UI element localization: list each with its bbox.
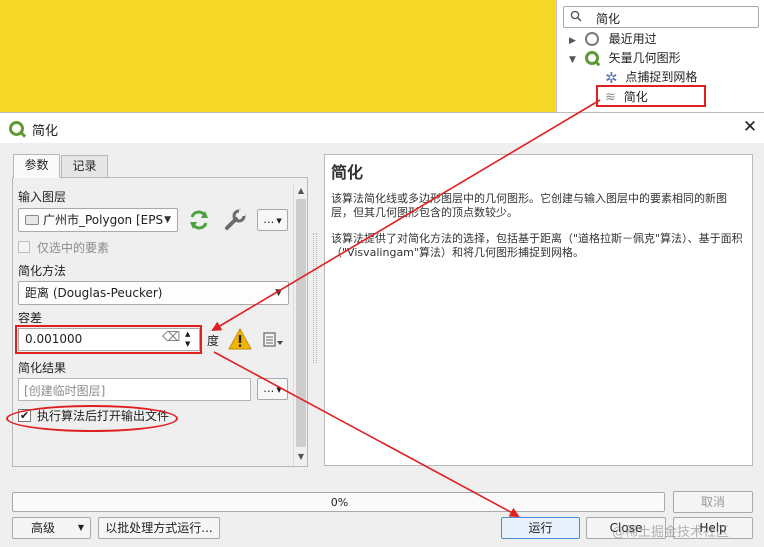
- annotation-arrow: [211, 99, 601, 332]
- annotation-arrows: [211, 99, 601, 517]
- annotation-arrow: [213, 351, 520, 517]
- watermark: @稀土掘金技术社区: [612, 525, 730, 540]
- tab-parameters[interactable]: 参数: [13, 154, 60, 178]
